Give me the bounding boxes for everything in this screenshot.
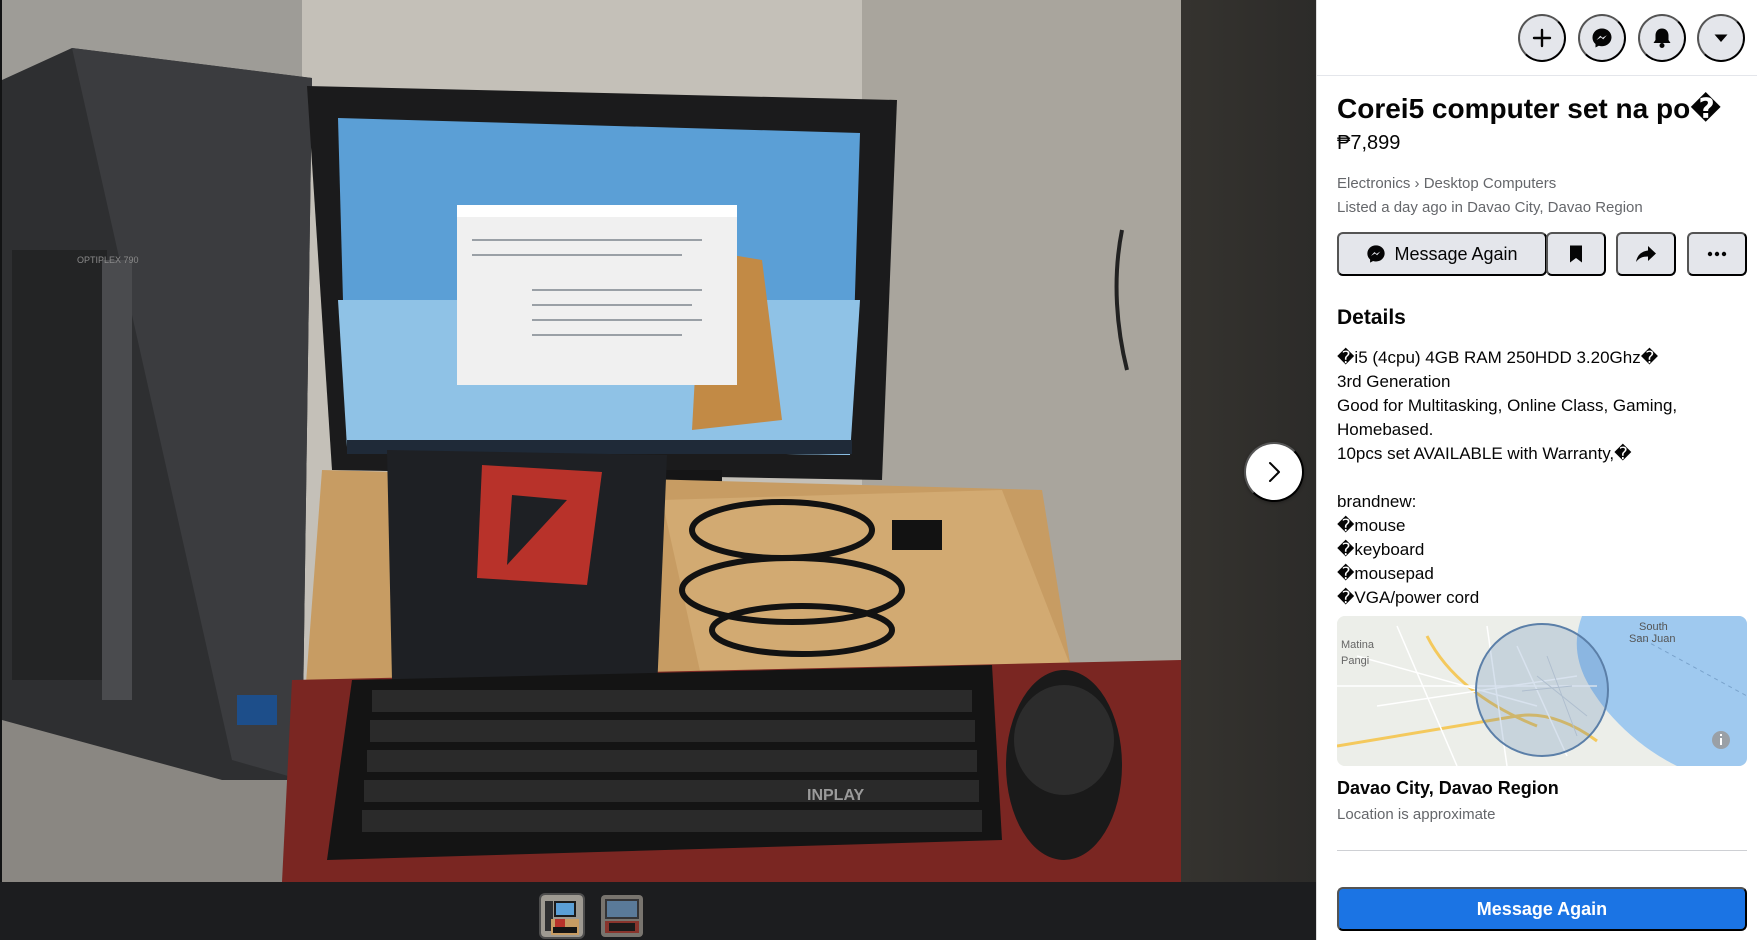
caret-down-icon <box>1714 34 1728 42</box>
listing-title: Corei5 computer set na po� <box>1337 93 1722 124</box>
listing-photo-illustration: OPTIPLEX 790 INPLAY <box>2 0 1181 882</box>
top-bar <box>1317 0 1757 76</box>
message-again-label: Message Again <box>1394 243 1518 264</box>
next-photo-button[interactable] <box>1244 442 1304 502</box>
account-menu-button[interactable] <box>1697 14 1745 62</box>
more-dots-icon <box>1707 251 1727 257</box>
thumbnail-image <box>541 895 583 937</box>
location-note: Location is approximate <box>1337 806 1496 823</box>
map-label-matina: Matina <box>1341 639 1375 651</box>
listing-photo: OPTIPLEX 790 INPLAY <box>2 0 1181 882</box>
listing-price: ₱7,899 <box>1337 132 1401 154</box>
category-child-link[interactable]: Desktop Computers <box>1424 175 1557 192</box>
thumbnail-2[interactable] <box>599 893 645 939</box>
messenger-icon <box>1367 245 1386 263</box>
bookmark-icon <box>1570 245 1582 263</box>
action-row: Message Again <box>1337 232 1747 276</box>
thumbnail-image <box>601 895 643 937</box>
breadcrumb-separator: › <box>1414 175 1420 192</box>
map-image: South San Juan Matina Pangi <box>1337 616 1747 766</box>
thumbnail-strip <box>0 882 1316 940</box>
share-icon <box>1636 246 1656 262</box>
save-button[interactable] <box>1546 232 1606 276</box>
create-button[interactable] <box>1518 14 1566 62</box>
map-label-pangi: Pangi <box>1341 655 1369 667</box>
messenger-icon <box>1592 28 1612 48</box>
location-map[interactable]: South San Juan Matina Pangi <box>1337 616 1747 766</box>
listed-info: Listed a day ago in Davao City, Davao Re… <box>1337 199 1643 216</box>
share-button[interactable] <box>1616 232 1676 276</box>
category-breadcrumb: Electronics › Desktop Computers <box>1337 174 1747 194</box>
bottom-message-again-button[interactable]: Message Again <box>1337 887 1747 931</box>
message-again-button[interactable]: Message Again <box>1337 232 1547 276</box>
category-parent-link[interactable]: Electronics <box>1337 175 1410 192</box>
listing-panel: Corei5 computer set na po� ₱7,899 Electr… <box>1316 0 1757 940</box>
location-name: Davao City, Davao Region <box>1337 778 1559 798</box>
map-label-south: South <box>1639 621 1668 633</box>
notifications-button[interactable] <box>1638 14 1686 62</box>
media-viewer: OPTIPLEX 790 INPLAY <box>0 0 1316 940</box>
map-label-san-juan: San Juan <box>1629 633 1675 645</box>
tower-model-text: OPTIPLEX 790 <box>77 255 139 265</box>
messenger-button[interactable] <box>1578 14 1626 62</box>
thumbnail-1[interactable] <box>539 893 585 939</box>
divider <box>1337 850 1747 851</box>
details-heading: Details <box>1337 306 1406 329</box>
more-options-button[interactable] <box>1687 232 1747 276</box>
listing-header: Corei5 computer set na po� ₱7,899 Electr… <box>1337 88 1747 218</box>
chevron-right-icon <box>1269 462 1280 482</box>
details-section: Details �i5 (4cpu) 4GB RAM 250HDD 3.20Gh… <box>1337 304 1747 610</box>
keyboard-brand-text: INPLAY <box>807 787 865 804</box>
plus-icon <box>1532 28 1552 48</box>
bell-icon <box>1653 28 1671 48</box>
listing-description: �i5 (4cpu) 4GB RAM 250HDD 3.20Ghz� 3rd G… <box>1337 348 1678 607</box>
